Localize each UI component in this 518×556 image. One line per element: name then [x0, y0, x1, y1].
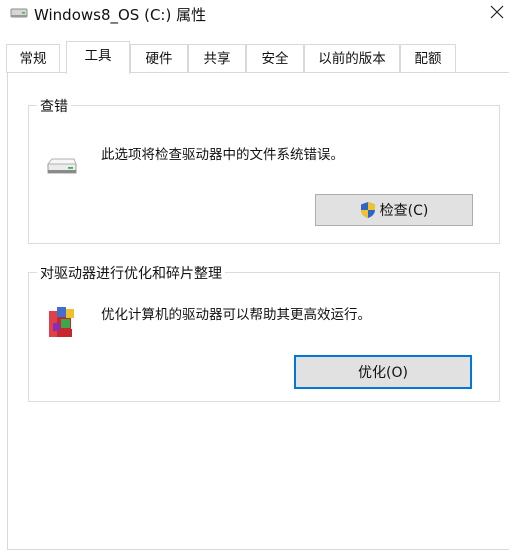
- check-button[interactable]: 检查(C): [315, 194, 473, 226]
- optimize-title: 对驱动器进行优化和碎片整理: [37, 263, 225, 283]
- window-title: Windows8_OS (C:) 属性: [34, 6, 207, 24]
- error-check-description: 此选项将检查驱动器中的文件系统错误。: [101, 147, 344, 163]
- error-check-group: 查错 此选项将检查驱动器中的文件系统错误。 检查(C): [28, 96, 500, 244]
- tab-general[interactable]: 常规: [6, 44, 60, 73]
- tab-strip: 常规 工具 硬件 共享 安全 以前的版本 配额: [6, 41, 458, 74]
- defrag-icon: [47, 305, 77, 343]
- tab-tools[interactable]: 工具: [66, 41, 130, 74]
- properties-window: Windows8_OS (C:) 属性 常规 工具 硬件 共享 安全 以前的版本…: [0, 0, 518, 556]
- shield-icon: [360, 201, 376, 219]
- check-button-label: 检查(C): [379, 203, 429, 219]
- hard-drive-icon: [45, 156, 79, 184]
- optimize-description: 优化计算机的驱动器可以帮助其更高效运行。: [101, 307, 371, 323]
- optimize-button-label: 优化(O): [358, 365, 408, 381]
- tab-security[interactable]: 安全: [246, 44, 304, 73]
- tab-previous-versions[interactable]: 以前的版本: [304, 44, 400, 73]
- tab-quota[interactable]: 配额: [400, 44, 456, 73]
- error-check-title: 查错: [37, 96, 71, 116]
- close-icon: [490, 5, 504, 23]
- close-button[interactable]: [482, 0, 512, 28]
- optimize-button[interactable]: 优化(O): [294, 355, 472, 389]
- tab-hardware[interactable]: 硬件: [130, 44, 188, 73]
- tab-sharing[interactable]: 共享: [188, 44, 246, 73]
- optimize-group: 对驱动器进行优化和碎片整理 优化计算机的驱动器可以帮助其更高效运行。 优化(O): [28, 263, 500, 402]
- tools-panel: 查错 此选项将检查驱动器中的文件系统错误。 检查(C) 对驱动器进行优化和碎片整…: [7, 72, 509, 550]
- drive-icon: [10, 6, 28, 20]
- title-bar: Windows8_OS (C:) 属性: [0, 0, 518, 30]
